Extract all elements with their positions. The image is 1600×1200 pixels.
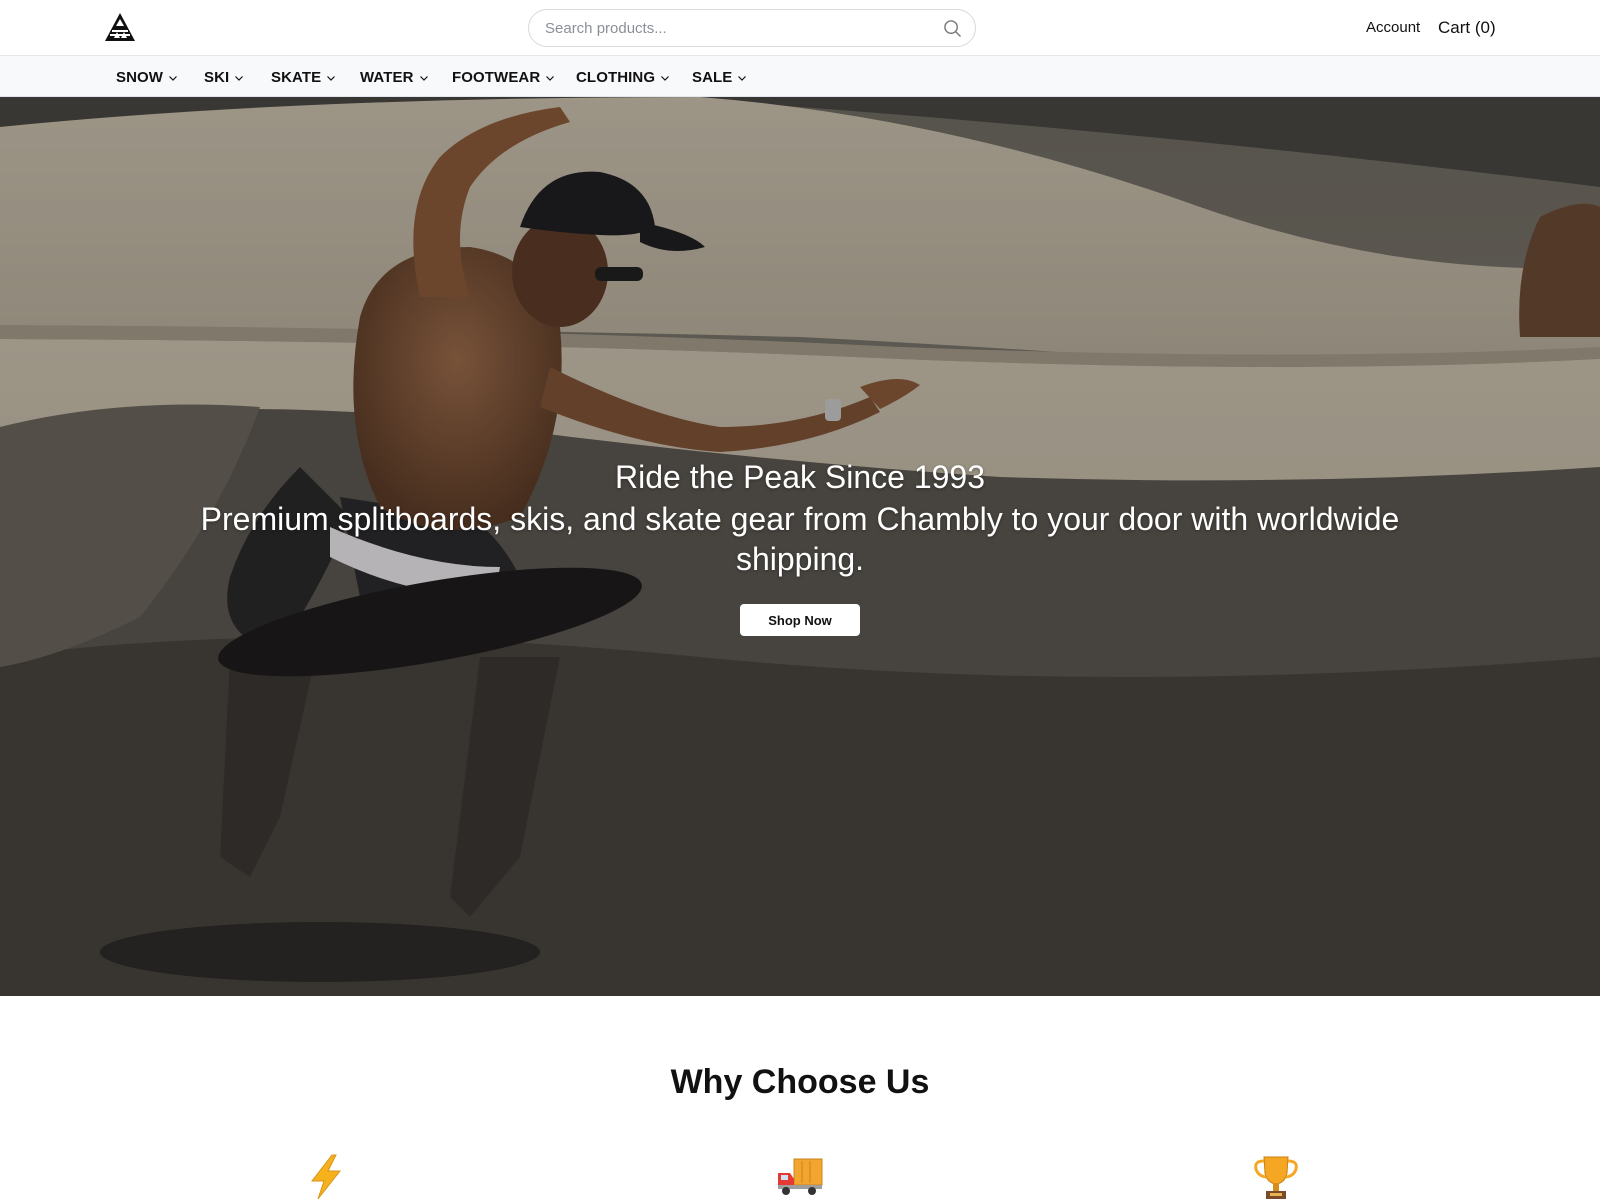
chevron-down-icon [419, 75, 428, 81]
nav-item-water[interactable]: WATER [360, 68, 429, 86]
delivery-truck-icon [778, 1158, 823, 1195]
nav-item-ski[interactable]: SKI [204, 68, 244, 86]
chevron-down-icon [738, 75, 747, 81]
brand-logo-icon[interactable] [104, 12, 136, 42]
lightning-icon [310, 1154, 342, 1200]
nav-item-clothing[interactable]: CLOTHING [576, 68, 670, 86]
nav-item-label: CLOTHING [576, 68, 656, 86]
why-choose-us-heading: Why Choose Us [670, 1063, 930, 1101]
search-bar [528, 9, 976, 47]
search-input[interactable] [545, 10, 925, 46]
nav-item-label: SNOW [116, 68, 164, 86]
hero-banner: Ride the Peak Since 1993 Premium splitbo… [0, 97, 1600, 996]
top-header: Account Cart (0) [0, 0, 1600, 56]
nav-item-skate[interactable]: SKATE [271, 68, 336, 86]
cart-link[interactable]: Cart (0) [1438, 18, 1496, 38]
category-nav: SNOW SKI SKATE WATER FOOTWEAR CLOTHING S… [0, 56, 1600, 97]
nav-item-label: SALE [692, 68, 733, 86]
nav-item-label: WATER [360, 68, 414, 86]
nav-item-sale[interactable]: SALE [692, 68, 747, 86]
shop-now-button[interactable]: Shop Now [740, 604, 860, 636]
chevron-down-icon [661, 75, 670, 81]
trophy-icon [1254, 1156, 1298, 1199]
chevron-down-icon [546, 75, 555, 81]
chevron-down-icon [327, 75, 336, 81]
hero-title: Ride the Peak Since 1993 [614, 459, 986, 495]
nav-item-label: SKI [204, 68, 230, 86]
nav-item-label: FOOTWEAR [452, 68, 541, 86]
hero-subtitle: Premium splitboards, skis, and skate gea… [200, 501, 1400, 577]
nav-item-label: SKATE [271, 68, 322, 86]
nav-item-snow[interactable]: SNOW [116, 68, 178, 86]
account-link[interactable]: Account [1366, 19, 1420, 36]
chevron-down-icon [235, 75, 244, 81]
search-icon[interactable] [943, 19, 962, 38]
chevron-down-icon [169, 75, 178, 81]
nav-item-footwear[interactable]: FOOTWEAR [452, 68, 555, 86]
